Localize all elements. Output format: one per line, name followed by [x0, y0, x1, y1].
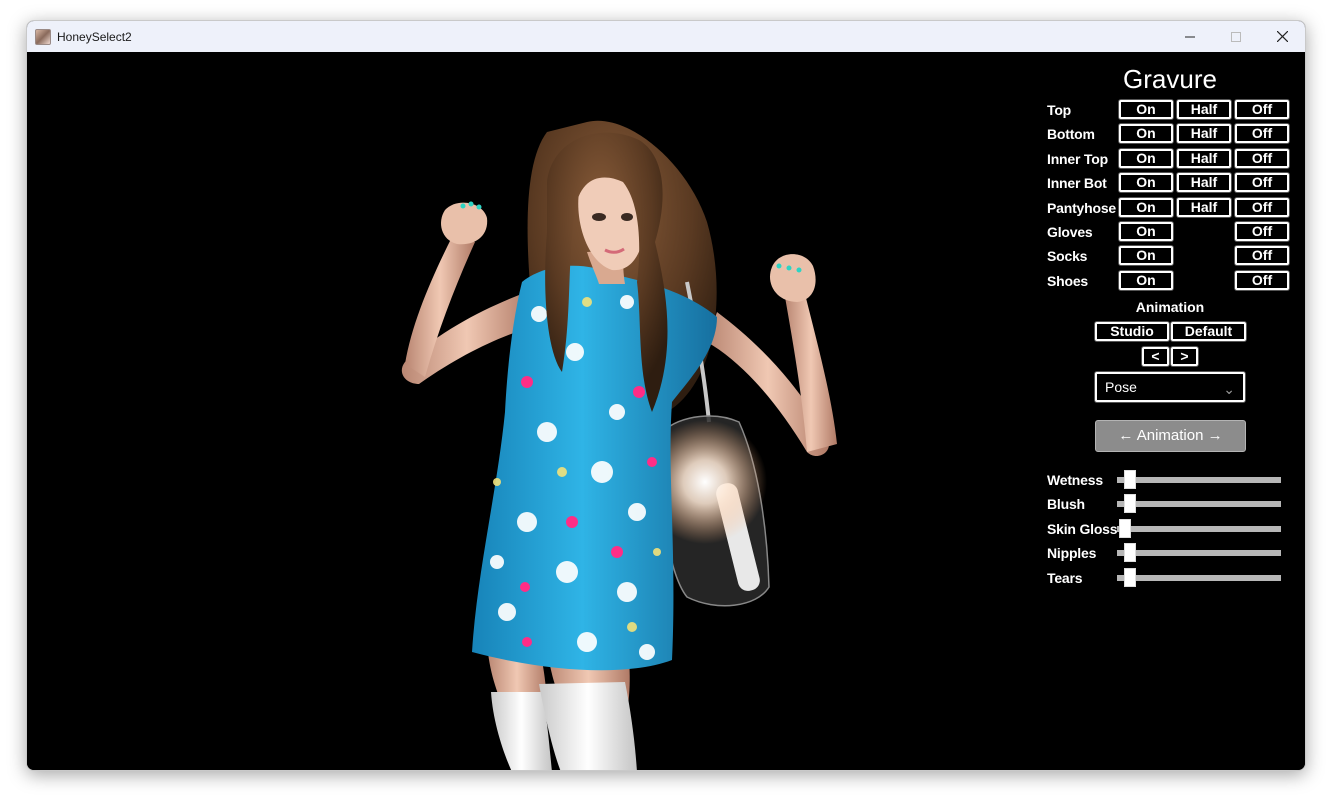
minimize-icon: [1185, 36, 1195, 37]
close-icon: [1276, 31, 1288, 42]
slider-thumb[interactable]: [1123, 543, 1136, 563]
half-button[interactable]: Half: [1177, 197, 1231, 217]
half-button[interactable]: Half: [1177, 100, 1231, 119]
nail: [468, 201, 474, 207]
off-button[interactable]: Off: [1235, 246, 1289, 266]
animation-section-label: Animation: [1135, 299, 1205, 315]
nail: [460, 203, 466, 209]
off-button[interactable]: Off: [1235, 197, 1289, 217]
clothes-row-top: Top On Half Off: [1047, 100, 1303, 122]
slider-thumb[interactable]: [1123, 567, 1136, 587]
left-eye: [592, 213, 606, 221]
slider-label: Tears: [1047, 569, 1083, 586]
studio-button[interactable]: Studio: [1095, 322, 1169, 341]
on-button[interactable]: On: [1119, 222, 1173, 241]
slider-row-blush: Blush: [1047, 494, 1303, 514]
slider-thumb[interactable]: [1119, 518, 1131, 538]
right-hand: [769, 254, 816, 302]
slider-label: Nipples: [1047, 545, 1097, 562]
slider-track[interactable]: [1117, 574, 1281, 581]
half-button[interactable]: Half: [1177, 148, 1231, 168]
clothes-row-bottom: Bottom On Half Off: [1047, 124, 1303, 146]
clothes-row-shoes: Shoes On Off: [1047, 270, 1303, 293]
nail: [796, 267, 802, 273]
off-button[interactable]: Off: [1235, 173, 1289, 193]
clothes-row-inner-top: Inner Top On Half Off: [1047, 148, 1303, 171]
nail: [476, 204, 482, 210]
slider-label: Skin Gloss: [1047, 520, 1118, 537]
prev-animation-button[interactable]: <: [1142, 347, 1169, 366]
slider-row-wetness: Wetness: [1047, 470, 1303, 490]
slider-track[interactable]: [1117, 525, 1281, 532]
off-button[interactable]: Off: [1235, 148, 1289, 168]
clothes-row-gloves: Gloves On Off: [1047, 222, 1303, 244]
slider-row-nipples: Nipples: [1047, 543, 1303, 563]
right-eye: [621, 213, 633, 221]
slider-thumb[interactable]: [1123, 494, 1136, 514]
pose-dropdown-value: Pose: [1105, 379, 1137, 395]
clothes-row-label: Inner Top: [1047, 150, 1108, 167]
slider-thumb[interactable]: [1123, 470, 1136, 489]
clothes-row-label: Top: [1047, 102, 1072, 118]
pose-dropdown[interactable]: Pose ⌄: [1095, 372, 1245, 402]
slider-track[interactable]: [1117, 477, 1281, 483]
app-window: HoneySelect2 Gravure Top On Half Off Bot…: [26, 20, 1306, 771]
maximize-icon: [1231, 31, 1241, 42]
half-button[interactable]: Half: [1177, 124, 1231, 144]
clothes-row-pantyhose: Pantyhose On Half Off: [1047, 197, 1303, 220]
animation-toggle-button[interactable]: ← Animation →: [1095, 420, 1246, 452]
slider-row-skin-gloss: Skin Gloss: [1047, 518, 1303, 539]
off-button[interactable]: Off: [1235, 100, 1289, 119]
off-button[interactable]: Off: [1235, 222, 1289, 241]
close-button[interactable]: [1259, 21, 1305, 52]
app-icon: [35, 28, 51, 45]
title-bar[interactable]: HoneySelect2: [27, 21, 1305, 52]
minimize-button[interactable]: [1167, 21, 1213, 52]
character-scene: [401, 120, 837, 770]
clothes-row-socks: Socks On Off: [1047, 246, 1303, 268]
panel-title: Gravure: [1123, 64, 1217, 94]
on-button[interactable]: On: [1119, 197, 1173, 217]
on-button[interactable]: On: [1119, 246, 1173, 266]
next-animation-button[interactable]: >: [1171, 347, 1198, 366]
on-button[interactable]: On: [1119, 148, 1173, 168]
clothes-row-label: Inner Bot: [1047, 175, 1107, 192]
clothes-row-label: Shoes: [1047, 272, 1089, 289]
on-button[interactable]: On: [1119, 100, 1173, 119]
nail: [776, 263, 782, 269]
slider-row-tears: Tears: [1047, 567, 1303, 588]
gravure-panel: Gravure Top On Half Off Bottom On Half Off Inner…: [1039, 52, 1305, 770]
half-button[interactable]: Half: [1177, 173, 1231, 193]
maximize-button: [1213, 21, 1259, 52]
clothes-row-label: Gloves: [1047, 224, 1093, 240]
clothes-row-label: Bottom: [1047, 126, 1095, 143]
on-button[interactable]: On: [1119, 173, 1173, 193]
slider-label: Blush: [1047, 496, 1085, 513]
nail: [786, 265, 792, 271]
right-sock: [539, 682, 637, 770]
window-controls: [1167, 21, 1305, 52]
default-button[interactable]: Default: [1171, 322, 1246, 341]
off-button[interactable]: Off: [1235, 270, 1289, 290]
slider-track[interactable]: [1117, 501, 1281, 508]
on-button[interactable]: On: [1119, 270, 1173, 290]
on-button[interactable]: On: [1119, 124, 1173, 144]
clothes-row-inner-bot: Inner Bot On Half Off: [1047, 173, 1303, 195]
off-button[interactable]: Off: [1235, 124, 1289, 144]
clothes-row-label: Socks: [1047, 248, 1088, 265]
chevron-down-icon: ⌄: [1223, 381, 1235, 397]
slider-label: Wetness: [1047, 472, 1103, 488]
clothes-row-label: Pantyhose: [1047, 199, 1116, 216]
slider-track[interactable]: [1117, 550, 1281, 557]
window-title: HoneySelect2: [57, 29, 132, 44]
game-viewport[interactable]: Gravure Top On Half Off Bottom On Half Off Inner…: [27, 52, 1305, 770]
